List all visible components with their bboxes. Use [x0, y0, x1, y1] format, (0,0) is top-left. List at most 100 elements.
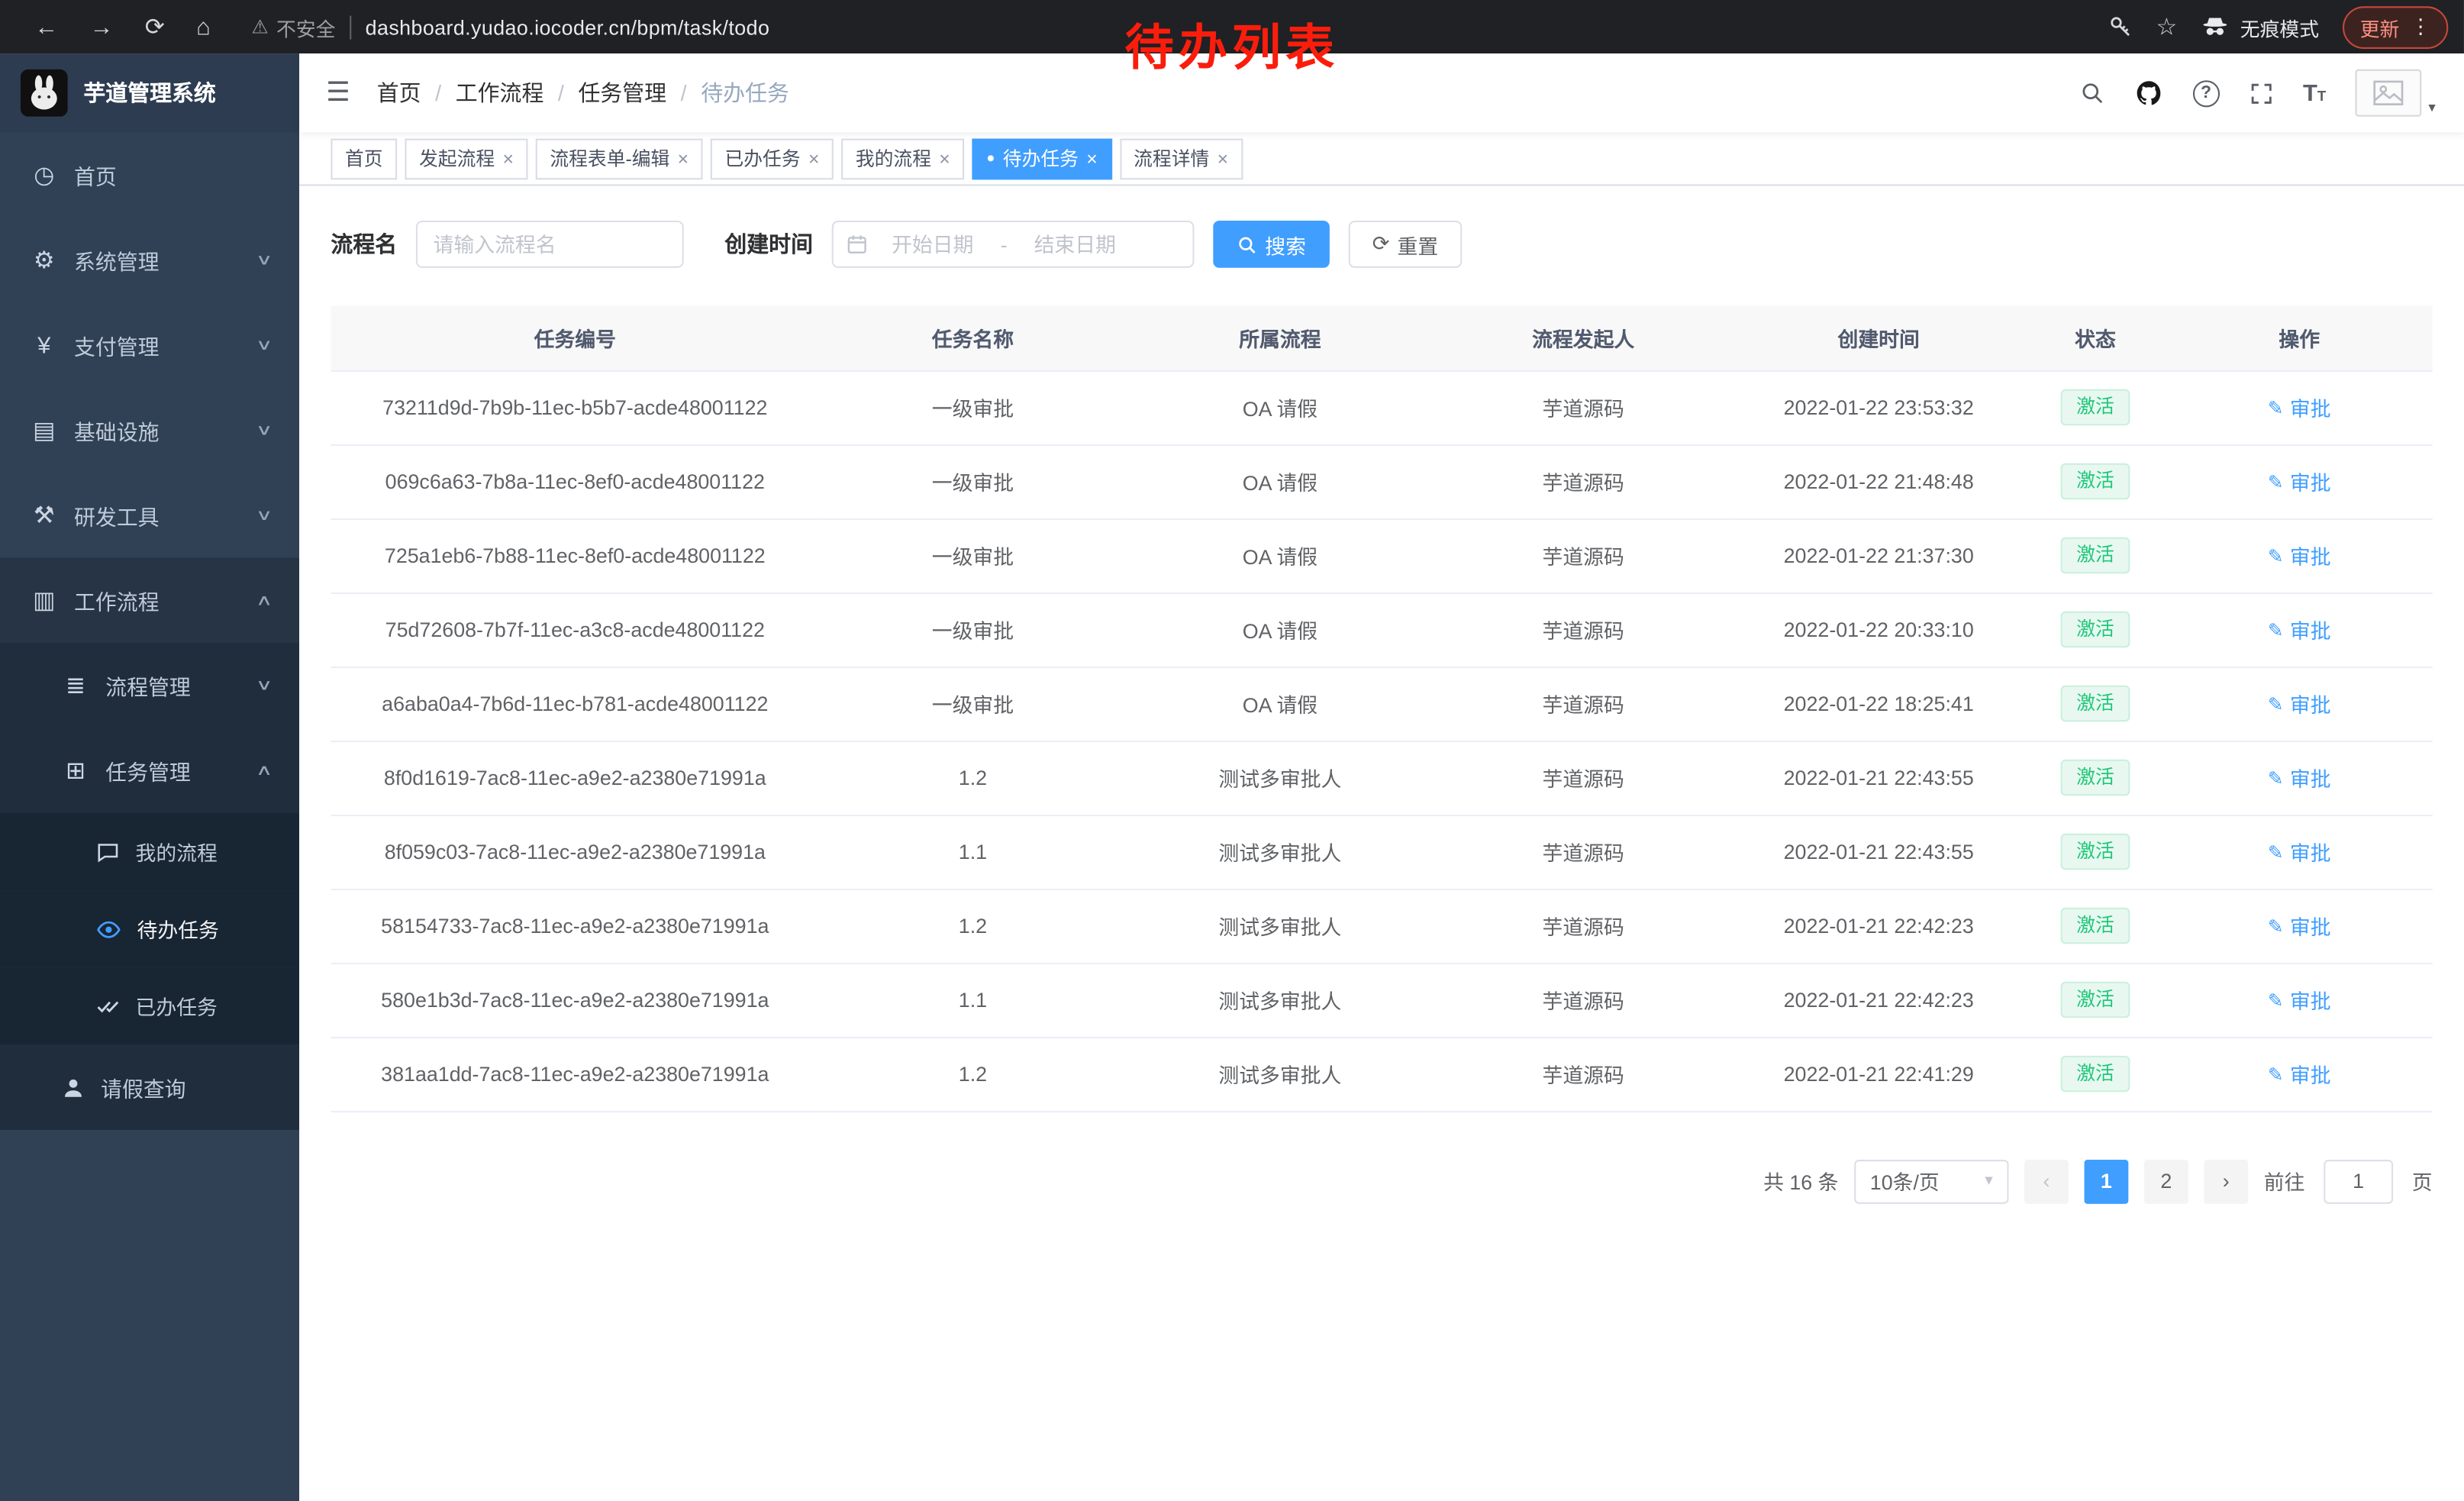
address-url[interactable]: dashboard.yudao.iocoder.cn/bpm/task/todo — [366, 15, 770, 39]
cell-task-id: 8f0d1619-7ac8-11ec-a9e2-a2380e71991a — [331, 741, 819, 815]
app-logo[interactable]: 芋道管理系统 — [0, 53, 299, 132]
approve-link[interactable]: ✎ 审批 — [2268, 615, 2331, 644]
table-body: 73211d9d-7b9b-11ec-b5b7-acde48001122 一级审… — [331, 370, 2432, 1111]
font-size-icon[interactable]: TT — [2303, 79, 2326, 106]
close-icon[interactable]: × — [939, 149, 950, 168]
close-icon[interactable]: × — [678, 149, 689, 168]
browser-forward-button[interactable]: → — [90, 15, 114, 39]
tab-my-process[interactable]: 我的流程 × — [841, 138, 964, 179]
approve-link[interactable]: ✎ 审批 — [2268, 466, 2331, 496]
approve-link[interactable]: ✎ 审批 — [2268, 911, 2331, 941]
security-label: 不安全 — [276, 11, 335, 41]
approve-link[interactable]: ✎ 审批 — [2268, 541, 2331, 570]
table-row: 381aa1dd-7ac8-11ec-a9e2-a2380e71991a 1.2… — [331, 1037, 2432, 1111]
cell-task-name: 1.1 — [819, 815, 1126, 889]
reset-button[interactable]: ⟳ 重置 — [1349, 221, 1462, 268]
status-badge: 激活 — [2061, 389, 2130, 425]
approve-link[interactable]: ✎ 审批 — [2268, 689, 2331, 718]
cell-process: OA 请假 — [1127, 518, 1434, 592]
cell-task-id: 580e1b3d-7ac8-11ec-a9e2-a2380e71991a — [331, 963, 819, 1037]
incognito-label: 无痕模式 — [2240, 11, 2319, 41]
date-range-picker[interactable]: - — [832, 221, 1195, 268]
status-badge: 激活 — [2061, 834, 2130, 870]
sidebar-item-infrastructure[interactable]: ▤ 基础设施 ∨ — [0, 388, 299, 473]
close-icon[interactable]: × — [1217, 149, 1228, 168]
approve-link[interactable]: ✎ 审批 — [2268, 985, 2331, 1015]
address-bar[interactable]: ⚠ 不安全 dashboard.yudao.iocoder.cn/bpm/tas… — [251, 11, 769, 41]
update-button[interactable]: 更新 ⋮ — [2343, 5, 2448, 48]
close-icon[interactable]: × — [502, 149, 513, 168]
sidebar-item-process-management[interactable]: ≣ 流程管理 ∨ — [0, 643, 299, 728]
tab-start-process[interactable]: 发起流程 × — [405, 138, 527, 179]
github-icon[interactable] — [2134, 79, 2162, 107]
password-key-icon[interactable] — [2107, 15, 2132, 40]
sidebar-item-todo-tasks[interactable]: 待办任务 — [0, 890, 299, 967]
cell-action: ✎ 审批 — [2166, 518, 2433, 592]
cell-action: ✎ 审批 — [2166, 592, 2433, 667]
cell-task-id: 73211d9d-7b9b-11ec-b5b7-acde48001122 — [331, 370, 819, 444]
next-page-button[interactable]: › — [2204, 1159, 2248, 1203]
sidebar-item-devtools[interactable]: ⚒ 研发工具 ∨ — [0, 473, 299, 557]
sidebar-item-system[interactable]: ⚙ 系统管理 ∨ — [0, 218, 299, 302]
search-button[interactable]: 搜索 — [1213, 221, 1330, 268]
tab-home[interactable]: 首页 — [331, 138, 397, 179]
gear-icon: ⚙ — [30, 246, 58, 274]
close-icon[interactable]: × — [808, 149, 819, 168]
cell-process: OA 请假 — [1127, 370, 1434, 444]
start-date-input[interactable] — [871, 232, 994, 256]
breadcrumb-task-management[interactable]: 任务管理 — [579, 77, 667, 108]
approve-link[interactable]: ✎ 审批 — [2268, 1059, 2331, 1089]
goto-page-input[interactable] — [2324, 1159, 2393, 1203]
user-avatar[interactable]: ▾ — [2356, 69, 2435, 117]
browser-back-button[interactable]: ← — [34, 15, 58, 39]
browser-home-button[interactable]: ⌂ — [196, 15, 211, 39]
screen: 待办列表 ← → ⟳ ⌂ ⚠ 不安全 dashboard.yudao.iocod… — [0, 0, 2464, 1501]
sidebar-item-task-management[interactable]: ⊞ 任务管理 ∧ — [0, 728, 299, 813]
tab-process-form-edit[interactable]: 流程表单-编辑 × — [536, 138, 703, 179]
tab-process-detail[interactable]: 流程详情 × — [1120, 138, 1243, 179]
cell-task-name: 一级审批 — [819, 667, 1126, 741]
col-starter: 流程发起人 — [1434, 305, 1733, 370]
cell-task-name: 1.2 — [819, 889, 1126, 963]
cell-task-id: 58154733-7ac8-11ec-a9e2-a2380e71991a — [331, 889, 819, 963]
table-row: 069c6a63-7b8a-11ec-8ef0-acde48001122 一级审… — [331, 444, 2432, 518]
sidebar-collapse-icon[interactable]: ☰ — [299, 77, 377, 108]
sidebar-item-payment[interactable]: ¥ 支付管理 ∨ — [0, 302, 299, 387]
sidebar-item-workflow[interactable]: ▥ 工作流程 ∧ — [0, 558, 299, 643]
fullscreen-icon[interactable] — [2250, 81, 2273, 105]
approve-link[interactable]: ✎ 审批 — [2268, 392, 2331, 422]
breadcrumb-home[interactable]: 首页 — [377, 77, 421, 108]
tab-done-tasks[interactable]: 已办任务 × — [711, 138, 834, 179]
approve-link[interactable]: ✎ 审批 — [2268, 837, 2331, 867]
search-icon[interactable] — [2079, 80, 2104, 105]
create-time-label: 创建时间 — [724, 228, 813, 260]
sidebar-item-leave-query[interactable]: 请假查询 — [0, 1044, 299, 1129]
approve-link[interactable]: ✎ 审批 — [2268, 763, 2331, 792]
prev-page-button[interactable]: ‹ — [2024, 1159, 2069, 1203]
status-badge: 激活 — [2061, 760, 2130, 796]
close-icon[interactable]: × — [1086, 149, 1097, 168]
cell-starter: 芋道源码 — [1434, 444, 1733, 518]
sidebar-item-home[interactable]: ◷ 首页 — [0, 132, 299, 217]
bookmark-star-icon[interactable]: ☆ — [2156, 13, 2177, 41]
avatar-image — [2356, 69, 2422, 117]
edit-icon: ✎ — [2268, 470, 2284, 492]
page-button-1[interactable]: 1 — [2084, 1159, 2128, 1203]
security-warning-icon[interactable]: ⚠ — [251, 16, 268, 38]
tab-todo-tasks[interactable]: ● 待办任务 × — [972, 138, 1112, 179]
sidebar-item-done-tasks[interactable]: 已办任务 — [0, 967, 299, 1044]
breadcrumb: 首页 / 工作流程 / 任务管理 / 待办任务 — [377, 77, 789, 108]
browser-reload-button[interactable]: ⟳ — [145, 15, 165, 39]
page-size-select[interactable]: 10条/页 ▾ — [1854, 1159, 2008, 1203]
process-name-input[interactable] — [416, 221, 684, 268]
page-button-2[interactable]: 2 — [2144, 1159, 2188, 1203]
breadcrumb-workflow[interactable]: 工作流程 — [456, 77, 544, 108]
chevron-down-icon: ▾ — [1985, 1173, 1992, 1190]
browser-menu-icon[interactable]: ⋮ — [2411, 15, 2431, 40]
sidebar-item-my-process[interactable]: 我的流程 — [0, 813, 299, 890]
table-row: 8f0d1619-7ac8-11ec-a9e2-a2380e71991a 1.2… — [331, 741, 2432, 815]
cell-task-name: 一级审批 — [819, 370, 1126, 444]
col-task-name: 任务名称 — [819, 305, 1126, 370]
end-date-input[interactable] — [1014, 232, 1137, 256]
help-icon[interactable]: ? — [2193, 79, 2220, 106]
